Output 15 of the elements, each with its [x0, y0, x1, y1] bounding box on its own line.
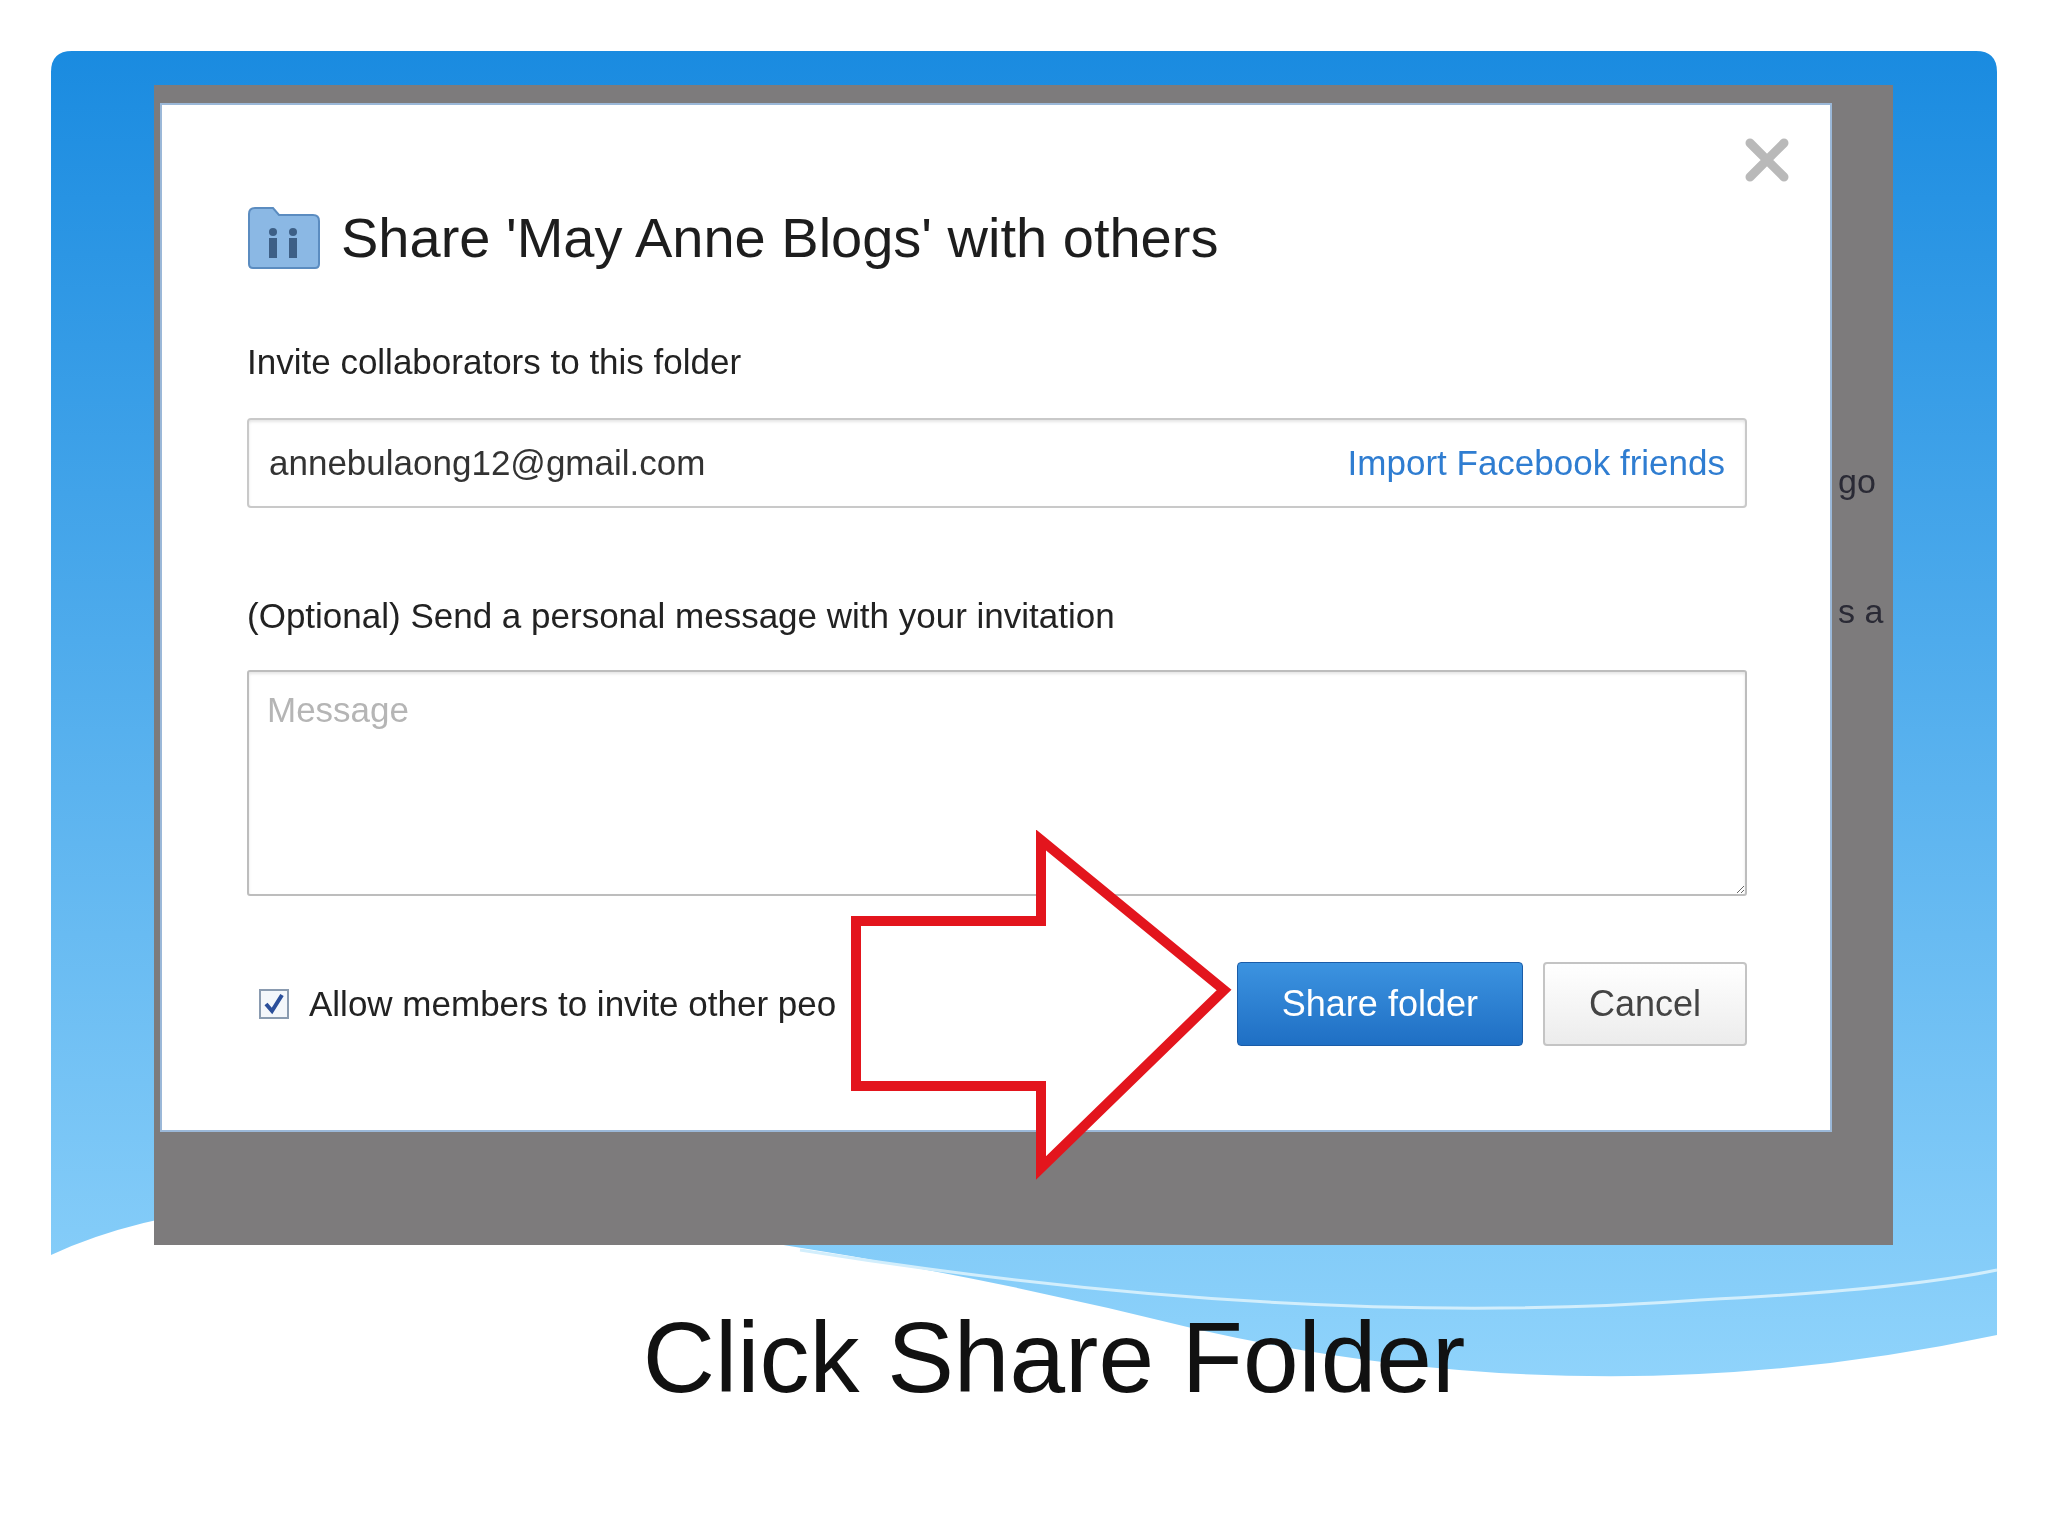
share-button[interactable]: Share folder — [1236, 962, 1523, 1046]
checkbox[interactable] — [259, 989, 289, 1019]
background-text: go — [1838, 462, 1876, 501]
invite-label: Invite collaborators to this folder — [247, 342, 743, 382]
email-value: annebulaong12@gmail.com — [269, 443, 706, 483]
slide-caption: Click Share Folder — [642, 1300, 1466, 1415]
checkbox-label: Allow members to invite other peo — [309, 984, 837, 1024]
message-field[interactable]: Message — [247, 670, 1747, 896]
message-label: (Optional) Send a personal message with your invitation — [247, 596, 1116, 636]
cancel-button[interactable]: Cancel — [1542, 962, 1747, 1046]
background-text: s a — [1838, 592, 1884, 631]
shared-folder-icon — [247, 205, 321, 270]
import-link[interactable]: Import Facebook friends — [1347, 443, 1725, 483]
dialog-title: Share 'May Anne Blogs' with others — [341, 205, 1219, 270]
email-field[interactable]: annebulaong12@gmail.com Import Facebook friends — [247, 418, 1747, 508]
